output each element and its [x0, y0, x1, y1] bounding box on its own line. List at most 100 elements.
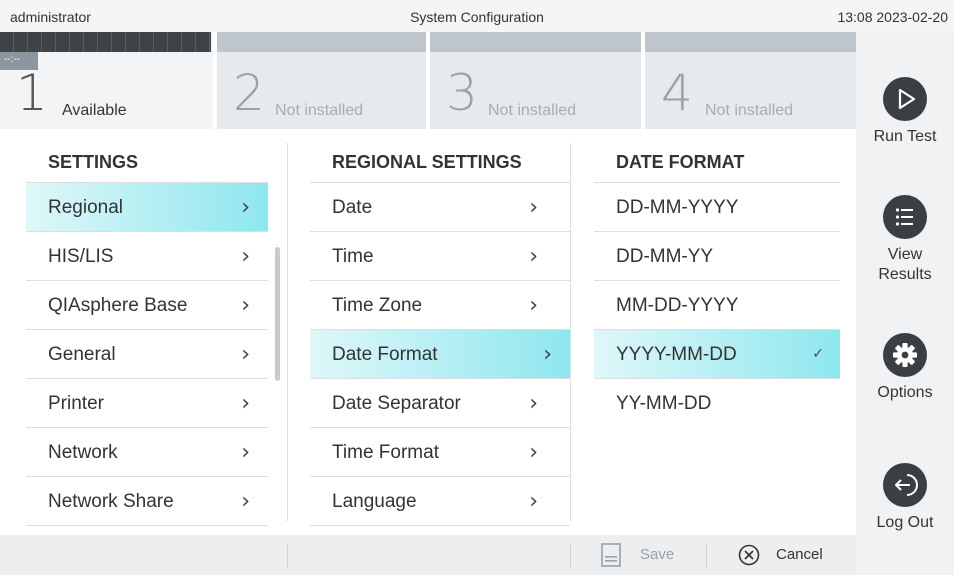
column-divider — [287, 143, 288, 521]
settings-item-label: QIAsphere Base — [48, 295, 188, 316]
view-results-label-line1: View — [887, 246, 923, 263]
regional-item-time-format[interactable]: Time Format › — [310, 428, 570, 477]
chevron-right-icon: › — [543, 342, 552, 367]
chevron-right-icon: › — [241, 195, 250, 220]
module-4-tab[interactable]: 4 Not installed — [645, 32, 856, 129]
module-3-number: 3 — [446, 64, 478, 122]
module-2-number: 2 — [233, 64, 265, 122]
settings-item-network[interactable]: Network › — [26, 428, 268, 477]
chevron-right-icon: › — [241, 342, 250, 367]
run-test-button[interactable]: Run Test — [856, 77, 954, 147]
bottom-divider — [287, 545, 288, 567]
date-format-option-label: DD-MM-YYYY — [616, 197, 739, 218]
bottom-action-bar: Save Cancel — [0, 535, 856, 575]
gear-icon — [883, 333, 927, 377]
regional-item-language[interactable]: Language › — [310, 477, 570, 526]
date-format-option[interactable]: DD-MM-YY — [594, 232, 840, 281]
module-4-status: Not installed — [705, 102, 794, 119]
log-out-button[interactable]: Log Out — [856, 463, 954, 533]
check-icon: ✓ — [812, 346, 824, 362]
date-format-option[interactable]: DD-MM-YYYY — [594, 183, 840, 232]
cancel-icon — [738, 543, 762, 575]
date-format-column: DATE FORMAT DD-MM-YYYY DD-MM-YY MM-DD-YY… — [594, 129, 840, 428]
save-icon — [600, 543, 622, 575]
module-1-progress-strip — [0, 32, 211, 52]
date-format-option-selected[interactable]: YYYY-MM-DD ✓ — [594, 330, 840, 379]
settings-item-regional[interactable]: Regional › — [26, 183, 268, 232]
list-icon — [883, 195, 927, 239]
settings-item-qiasphere-base[interactable]: QIAsphere Base › — [26, 281, 268, 330]
cancel-label: Cancel — [776, 546, 823, 563]
settings-item-label: Network — [48, 442, 118, 463]
date-format-option-label: DD-MM-YY — [616, 246, 714, 267]
chevron-right-icon: › — [241, 489, 250, 514]
regional-item-label: Date Separator — [332, 393, 461, 414]
chevron-right-icon: › — [241, 391, 250, 416]
regional-item-date[interactable]: Date › — [310, 183, 570, 232]
view-results-label: View Results — [856, 245, 954, 285]
module-2-status: Not installed — [275, 102, 364, 119]
date-format-header: DATE FORMAT — [594, 129, 840, 183]
regional-item-date-separator[interactable]: Date Separator › — [310, 379, 570, 428]
column-divider — [570, 143, 571, 521]
page-title: System Configuration — [410, 9, 544, 25]
regional-item-time-zone[interactable]: Time Zone › — [310, 281, 570, 330]
settings-scrollbar[interactable] — [275, 247, 280, 381]
settings-column: SETTINGS Regional › HIS/LIS › QIAsphere Ba… — [26, 129, 286, 526]
play-icon — [883, 77, 927, 121]
chevron-right-icon: › — [241, 440, 250, 465]
date-format-option[interactable]: YY-MM-DD — [594, 379, 840, 428]
settings-item-his-lis[interactable]: HIS/LIS › — [26, 232, 268, 281]
settings-item-network-share[interactable]: Network Share › — [26, 477, 268, 526]
settings-item-label: Network Share — [48, 491, 174, 512]
cancel-button[interactable]: Cancel — [738, 541, 838, 569]
bottom-divider — [570, 545, 571, 567]
chevron-right-icon: › — [241, 244, 250, 269]
module-1-tab[interactable]: --:-- 1 Available — [0, 32, 213, 129]
settings-item-label: General — [48, 344, 116, 365]
save-button[interactable]: Save — [600, 541, 680, 569]
module-status-bar: --:-- 1 Available 2 Not installed 3 Not … — [0, 32, 856, 129]
settings-item-general[interactable]: General › — [26, 330, 268, 379]
module-1-status: Available — [62, 102, 127, 119]
chevron-right-icon: › — [529, 391, 538, 416]
regional-item-label: Language — [332, 491, 417, 512]
settings-item-label: HIS/LIS — [48, 246, 114, 267]
right-navigation: Run Test View Results Options Log Out — [856, 32, 954, 575]
log-out-icon — [883, 463, 927, 507]
settings-item-printer[interactable]: Printer › — [26, 379, 268, 428]
settings-item-label: Printer — [48, 393, 104, 414]
save-label: Save — [640, 546, 675, 563]
top-bar: administrator System Configuration 13:08… — [0, 0, 954, 32]
date-format-option-label: YYYY-MM-DD — [616, 344, 737, 365]
chevron-right-icon: › — [529, 244, 538, 269]
settings-header: SETTINGS — [26, 129, 268, 183]
chevron-right-icon: › — [529, 293, 538, 318]
regional-item-label: Time — [332, 246, 374, 267]
chevron-right-icon: › — [529, 440, 538, 465]
options-label: Options — [877, 384, 933, 401]
module-3-strip — [430, 32, 641, 52]
module-2-tab[interactable]: 2 Not installed — [217, 32, 426, 129]
chevron-right-icon: › — [529, 195, 538, 220]
regional-item-time[interactable]: Time › — [310, 232, 570, 281]
module-2-strip — [217, 32, 426, 52]
log-out-label: Log Out — [876, 514, 934, 531]
regional-item-label: Time Zone — [332, 295, 423, 316]
settings-panel: SETTINGS Regional › HIS/LIS › QIAsphere Ba… — [0, 129, 856, 535]
date-format-option[interactable]: MM-DD-YYYY — [594, 281, 840, 330]
module-4-strip — [645, 32, 856, 52]
chevron-right-icon: › — [241, 293, 250, 318]
options-button[interactable]: Options — [856, 333, 954, 403]
regional-item-date-format[interactable]: Date Format › — [310, 330, 570, 379]
module-3-tab[interactable]: 3 Not installed — [430, 32, 641, 129]
regional-settings-header: REGIONAL SETTINGS — [310, 129, 570, 183]
regional-item-label: Date — [332, 197, 373, 218]
regional-settings-column: REGIONAL SETTINGS Date › Time › Time Zone ›… — [310, 129, 570, 526]
view-results-label-line2: Results — [878, 266, 932, 283]
chevron-right-icon: › — [529, 489, 538, 514]
date-format-option-label: YY-MM-DD — [616, 393, 712, 414]
regional-item-label: Time Format — [332, 442, 439, 463]
view-results-button[interactable]: View Results — [856, 195, 954, 285]
date-format-option-label: MM-DD-YYYY — [616, 295, 739, 316]
